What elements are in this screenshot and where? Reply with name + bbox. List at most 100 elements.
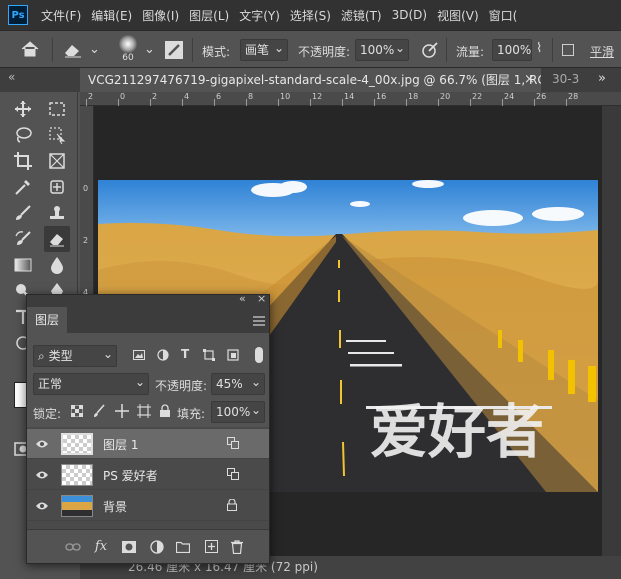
- opacity-value: 100%: [360, 43, 395, 57]
- search-icon: ⌕: [38, 349, 45, 363]
- filter-adjustment-icon[interactable]: [157, 349, 169, 361]
- menu-view[interactable]: 视图(V): [432, 7, 484, 24]
- layer-style-fx-icon[interactable]: fx: [93, 539, 109, 555]
- close-tab-icon[interactable]: ×: [524, 72, 535, 87]
- layer-row[interactable]: 背景: [27, 491, 269, 521]
- ruler-tick-label: 2: [83, 236, 89, 245]
- ruler-tick-label: 2: [152, 92, 158, 101]
- filter-pixel-icon[interactable]: [133, 349, 145, 361]
- chevron-down-icon[interactable]: ⌄: [144, 42, 155, 57]
- layer-name: PS 爱好者: [103, 469, 158, 483]
- opacity-label: 不透明度:: [298, 45, 351, 59]
- erase-to-history-checkbox[interactable]: [562, 41, 580, 59]
- lock-image-pixels-icon[interactable]: [93, 404, 105, 418]
- marquee-tool-icon[interactable]: [44, 96, 70, 122]
- gradient-tool-icon[interactable]: [10, 252, 36, 278]
- visibility-eye-icon[interactable]: [35, 468, 49, 482]
- visibility-eye-icon[interactable]: [35, 437, 49, 451]
- new-group-folder-icon[interactable]: [175, 539, 191, 555]
- next-document-tab[interactable]: 30-3: [552, 72, 579, 86]
- pressure-opacity-icon[interactable]: [420, 41, 440, 59]
- lock-position-icon[interactable]: [115, 404, 129, 418]
- collapse-panel-icon[interactable]: «: [239, 292, 246, 305]
- eraser-icon[interactable]: [62, 41, 84, 59]
- brush-tool-icon[interactable]: [10, 200, 36, 226]
- ruler-tick-label: 0: [83, 184, 89, 193]
- lock-transparent-pixels-icon[interactable]: [70, 404, 84, 418]
- eyedropper-tool-icon[interactable]: [10, 174, 36, 200]
- opacity-field[interactable]: 100% ⌄: [355, 39, 409, 61]
- lasso-tool-icon[interactable]: [10, 122, 36, 148]
- history-brush-tool-icon[interactable]: [10, 226, 36, 252]
- layer-row[interactable]: PS 爱好者: [27, 460, 269, 490]
- add-mask-icon[interactable]: [121, 539, 137, 555]
- lock-artboard-icon[interactable]: [137, 404, 151, 418]
- chevron-down-icon: ⌄: [250, 403, 261, 417]
- mode-label: 模式:: [202, 45, 231, 59]
- tab-layers[interactable]: 图层: [27, 307, 67, 333]
- brush-size: 60: [122, 53, 134, 63]
- more-tabs-icon[interactable]: »: [598, 71, 606, 86]
- link-layers-icon[interactable]: [65, 539, 81, 555]
- blur-tool-icon[interactable]: [44, 252, 70, 278]
- vertical-scrollbar[interactable]: [602, 106, 621, 556]
- new-adjustment-layer-icon[interactable]: [149, 539, 165, 555]
- menu-bar: Ps 文件(F) 编辑(E) 图像(I) 图层(L) 文字(Y) 选择(S) 滤…: [0, 0, 621, 30]
- collapse-panels-icon[interactable]: «: [8, 70, 15, 84]
- object-selection-tool-icon[interactable]: [44, 122, 70, 148]
- fill-field[interactable]: 100% ⌄: [211, 401, 265, 423]
- panel-tab-row: 图层: [27, 307, 269, 333]
- visibility-eye-icon[interactable]: [35, 499, 49, 513]
- link-icon: [227, 437, 241, 451]
- ruler-tick-label: 0: [120, 92, 126, 101]
- move-tool-icon[interactable]: [10, 96, 36, 122]
- brush-settings-icon[interactable]: [164, 40, 184, 60]
- delete-layer-trash-icon[interactable]: [229, 539, 245, 555]
- layer-filter-select[interactable]: ⌕ 类型 ⌄: [33, 345, 117, 367]
- flow-field[interactable]: 100%: [492, 39, 532, 61]
- chevron-down-icon: ⌄: [273, 41, 284, 55]
- panel-menu-icon[interactable]: [253, 315, 265, 326]
- filter-type-icon[interactable]: T: [181, 347, 193, 361]
- clone-stamp-tool-icon[interactable]: [44, 200, 70, 226]
- menu-select[interactable]: 选择(S): [285, 7, 336, 24]
- chevron-down-icon: ⌄: [394, 41, 405, 55]
- menu-3d[interactable]: 3D(D): [387, 8, 432, 22]
- menu-filter[interactable]: 滤镜(T): [336, 7, 387, 24]
- eraser-tool-icon[interactable]: [44, 226, 70, 252]
- new-layer-icon[interactable]: [203, 539, 219, 555]
- flow-label: 流量:: [456, 45, 485, 59]
- filter-smart-object-icon[interactable]: [227, 349, 239, 361]
- ruler-tick-label: 28: [568, 92, 579, 101]
- filter-toggle-switch[interactable]: [255, 347, 263, 363]
- frame-tool-icon[interactable]: [44, 148, 70, 174]
- menu-image[interactable]: 图像(I): [137, 7, 184, 24]
- fill-value: 100%: [216, 405, 251, 419]
- photoshop-logo[interactable]: Ps: [8, 5, 28, 25]
- layer-opacity-value: 45%: [216, 377, 243, 391]
- filter-shape-icon[interactable]: [203, 349, 215, 361]
- lock-all-icon[interactable]: [159, 404, 171, 418]
- close-panel-icon[interactable]: ×: [257, 292, 266, 305]
- brush-preset-picker[interactable]: 60: [116, 35, 140, 65]
- blend-mode-select[interactable]: 正常 ⌄: [33, 373, 149, 395]
- chevron-down-icon[interactable]: ⌄: [89, 42, 100, 57]
- layer-row[interactable]: 图层 1: [27, 429, 269, 459]
- menu-window[interactable]: 窗口(: [484, 7, 523, 24]
- spot-healing-tool-icon[interactable]: [44, 174, 70, 200]
- ruler-tick-label: 10: [280, 92, 291, 101]
- mode-select[interactable]: 画笔 ⌄: [240, 39, 288, 61]
- airbrush-icon[interactable]: ⌇: [536, 41, 542, 56]
- crop-tool-icon[interactable]: [10, 148, 36, 174]
- chevron-down-icon: ⌄: [250, 375, 261, 389]
- menu-layer[interactable]: 图层(L): [184, 7, 234, 24]
- layer-thumbnail: [61, 433, 93, 455]
- layer-opacity-field[interactable]: 45% ⌄: [211, 373, 265, 395]
- options-bar: ⌄ 60 ⌄ 模式: 画笔 ⌄ 不透明度: 100% ⌄ 流量: 100% ⌇ …: [0, 30, 621, 68]
- document-tab[interactable]: VCG211297476719-gigapixel-standard-scale…: [80, 68, 541, 92]
- layers-panel-footer: fx: [27, 529, 269, 563]
- menu-file[interactable]: 文件(F): [36, 7, 86, 24]
- menu-edit[interactable]: 编辑(E): [86, 7, 137, 24]
- menu-type[interactable]: 文字(Y): [234, 7, 285, 24]
- home-icon[interactable]: [20, 40, 42, 60]
